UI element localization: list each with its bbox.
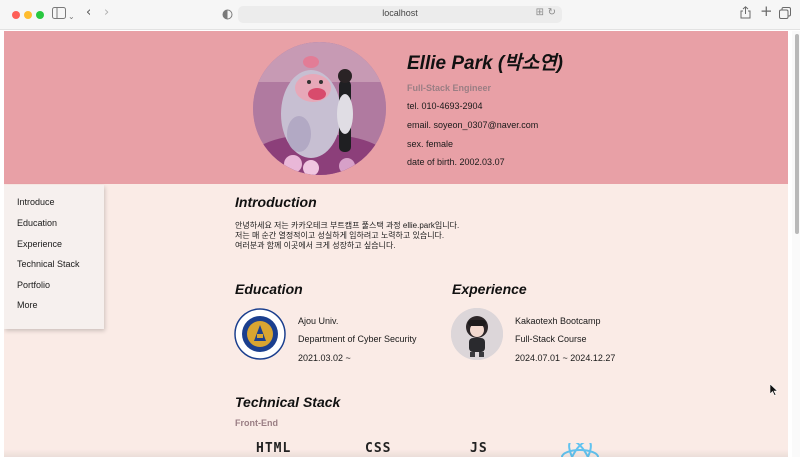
share-icon[interactable] (740, 6, 751, 23)
experience-period: 2024.07.01 ~ 2024.12.27 (515, 353, 616, 363)
education-title: Education (235, 281, 303, 297)
url-text: localhost (382, 8, 418, 18)
minimize-window-button[interactable] (24, 11, 32, 19)
tab-overview-icon[interactable] (779, 7, 791, 23)
nav-item-technical-stack[interactable]: Technical Stack (17, 259, 80, 269)
sidebar-toggle-icon[interactable] (52, 7, 66, 23)
profile-email: email. soyeon_0307@naver.com (407, 120, 539, 130)
nav-item-education[interactable]: Education (17, 218, 57, 228)
education-school: Ajou Univ. (298, 316, 339, 326)
zoom-window-button[interactable] (36, 11, 44, 19)
browser-toolbar: ⌄ ‹ › localhost ⊞ ↻ + (0, 0, 800, 30)
introduction-title: Introduction (235, 194, 317, 210)
technical-stack-title: Technical Stack (235, 394, 341, 410)
scrollbar-thumb[interactable] (795, 34, 799, 234)
nav-item-portfolio[interactable]: Portfolio (17, 280, 50, 290)
experience-title: Experience (452, 281, 527, 297)
forward-icon[interactable]: › (104, 5, 109, 21)
reload-icon[interactable]: ↻ (548, 7, 556, 18)
education-department: Department of Cyber Security (298, 334, 417, 344)
new-tab-icon[interactable]: + (760, 3, 773, 19)
profile-tel: tel. 010-4693-2904 (407, 101, 483, 111)
address-bar[interactable]: localhost ⊞ ↻ (238, 6, 562, 23)
front-end-label: Front-End (235, 418, 278, 428)
experience-avatar (451, 308, 503, 360)
university-logo (234, 308, 286, 360)
profile-name: Ellie Park (박소연) (407, 53, 563, 74)
back-icon[interactable]: ‹ (86, 5, 91, 21)
experience-company: Kakaotexh Bootcamp (515, 316, 601, 326)
profile-header: Ellie Park (박소연) Full-Stack Engineer tel… (4, 31, 788, 184)
nav-item-introduce[interactable]: Introduce (17, 197, 55, 207)
profile-sex: sex. female (407, 139, 454, 149)
nav-item-more[interactable]: More (17, 300, 38, 310)
close-window-button[interactable] (12, 11, 20, 19)
profile-birth: date of birth. 2002.03.07 (407, 157, 505, 167)
privacy-shield-icon[interactable] (222, 8, 233, 24)
bottom-fade (4, 449, 788, 457)
profile-photo (253, 42, 386, 175)
mouse-cursor-icon (769, 383, 779, 401)
experience-course: Full-Stack Course (515, 334, 587, 344)
side-navigation: Introduce Education Experience Technical… (4, 185, 104, 329)
portfolio-page: Ellie Park (박소연) Full-Stack Engineer tel… (4, 31, 788, 457)
education-period: 2021.03.02 ~ (298, 353, 351, 363)
chevron-down-icon[interactable]: ⌄ (68, 9, 75, 25)
nav-item-experience[interactable]: Experience (17, 239, 62, 249)
introduction-line: 여러분과 함께 이곳에서 크게 성장하고 싶습니다. (235, 241, 396, 250)
profile-role: Full-Stack Engineer (407, 83, 492, 93)
translate-icon[interactable]: ⊞ (536, 7, 544, 18)
